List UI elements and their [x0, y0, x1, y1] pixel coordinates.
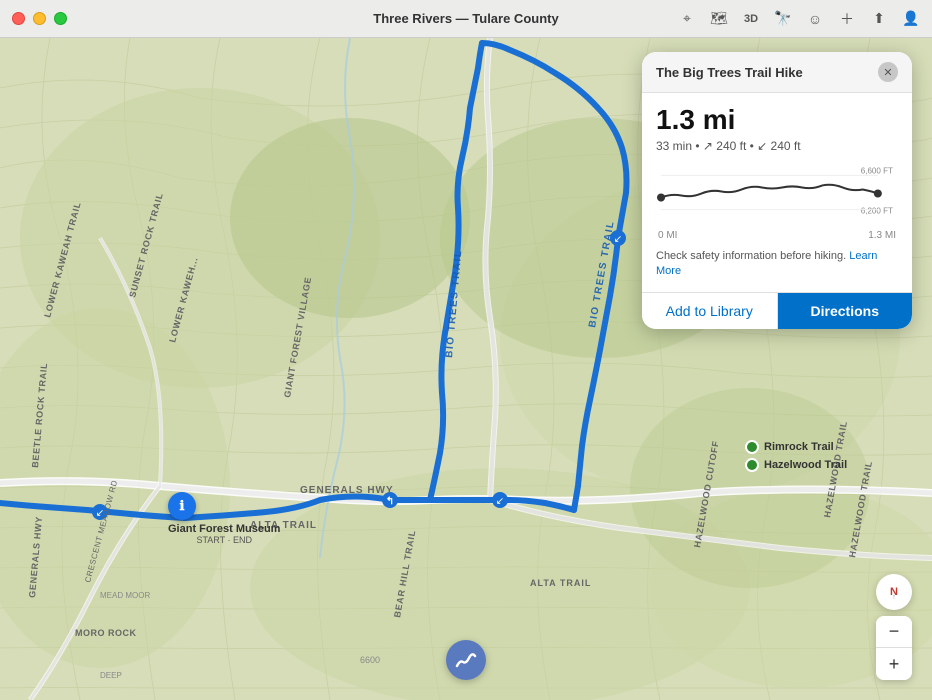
card-actions: Add to Library Directions: [642, 292, 912, 329]
3d-icon[interactable]: 3D: [742, 10, 760, 28]
zoom-in-button[interactable]: +: [876, 648, 912, 680]
svg-text:ALTA TRAIL: ALTA TRAIL: [530, 578, 591, 588]
museum-poi-icon: ℹ: [168, 492, 196, 520]
card-header: The Big Trees Trail Hike ✕: [642, 52, 912, 93]
hazelwood-dot: [745, 458, 759, 472]
rimrock-label: Rimrock Trail: [764, 441, 834, 453]
chart-svg: 6,600 FT 6,200 FT: [656, 163, 898, 223]
svg-text:MEAD MOOR: MEAD MOOR: [100, 591, 150, 600]
chart-x-start: 0 MI: [658, 230, 677, 241]
distance-display: 1.3 mi: [656, 105, 898, 136]
stats-display: 33 min • ↗ 240 ft • ↙ 240 ft: [656, 139, 898, 153]
safety-notice: Check safety information before hiking. …: [656, 249, 898, 280]
chart-x-labels: 0 MI 1.3 MI: [656, 230, 898, 241]
svg-text:↰: ↰: [386, 496, 394, 507]
info-card: The Big Trees Trail Hike ✕ 1.3 mi 33 min…: [642, 52, 912, 329]
face-icon[interactable]: ☺: [806, 10, 824, 28]
minimize-traffic-light[interactable]: [33, 12, 46, 25]
directions-button[interactable]: Directions: [778, 293, 913, 329]
traffic-lights: [12, 12, 67, 25]
account-icon[interactable]: 👤: [902, 10, 920, 28]
rimrock-dot: [745, 440, 759, 454]
museum-poi-label: Giant Forest Museum: [168, 523, 280, 535]
stats-text: 33 min • ↗ 240 ft • ↙ 240 ft: [656, 139, 801, 153]
safety-text: Check safety information before hiking.: [656, 250, 846, 262]
compass[interactable]: N ↑: [876, 574, 912, 610]
toolbar-icons: ⌖ 🗺 3D 🔭 ☺ ＋ ⬆ 👤: [678, 10, 920, 28]
map-container: Three Rivers — Tulare County ⌖ 🗺 3D 🔭 ☺ …: [0, 0, 932, 700]
close-traffic-light[interactable]: [12, 12, 25, 25]
compass-needle: ↑: [892, 594, 896, 601]
binoculars-icon[interactable]: 🔭: [774, 10, 792, 28]
hazelwood-trail-poi[interactable]: Hazelwood Trail: [745, 458, 847, 472]
elevation-chart: 6,600 FT 6,200 FT 0 MI 1.3 MI: [656, 163, 898, 241]
svg-text:6,600 FT: 6,600 FT: [861, 166, 893, 175]
add-icon[interactable]: ＋: [838, 10, 856, 28]
share-icon[interactable]: ⬆: [870, 10, 888, 28]
fullscreen-traffic-light[interactable]: [54, 12, 67, 25]
hazelwood-label: Hazelwood Trail: [764, 459, 847, 471]
museum-poi-sublabel: START · END: [168, 535, 280, 545]
chart-x-end: 1.3 MI: [868, 230, 896, 241]
close-button[interactable]: ✕: [878, 62, 898, 82]
titlebar: Three Rivers — Tulare County ⌖ 🗺 3D 🔭 ☺ …: [0, 0, 932, 38]
zoom-out-button[interactable]: −: [876, 616, 912, 648]
svg-text:GENERALS HWY: GENERALS HWY: [300, 485, 394, 496]
svg-text:↙: ↙: [496, 496, 504, 507]
svg-text:MORO ROCK: MORO ROCK: [75, 628, 137, 638]
window-title: Three Rivers — Tulare County: [373, 11, 558, 26]
rimrock-trail-poi[interactable]: Rimrock Trail: [745, 440, 834, 454]
navigation-icon[interactable]: ⌖: [678, 10, 696, 28]
trail-routing-icon[interactable]: [446, 640, 486, 680]
card-title: The Big Trees Trail Hike: [656, 65, 803, 80]
add-to-library-button[interactable]: Add to Library: [642, 293, 778, 329]
museum-marker[interactable]: ℹ Giant Forest Museum START · END: [168, 492, 280, 545]
map-icon[interactable]: 🗺: [710, 10, 728, 28]
svg-text:↙: ↙: [614, 234, 622, 245]
svg-text:6,200 FT: 6,200 FT: [861, 206, 893, 215]
map-controls: N ↑ − +: [876, 574, 912, 680]
zoom-controls: − +: [876, 616, 912, 680]
card-body: 1.3 mi 33 min • ↗ 240 ft • ↙ 240 ft 6,60…: [642, 93, 912, 280]
svg-text:DEEP: DEEP: [100, 671, 122, 680]
svg-text:6600: 6600: [360, 655, 380, 665]
